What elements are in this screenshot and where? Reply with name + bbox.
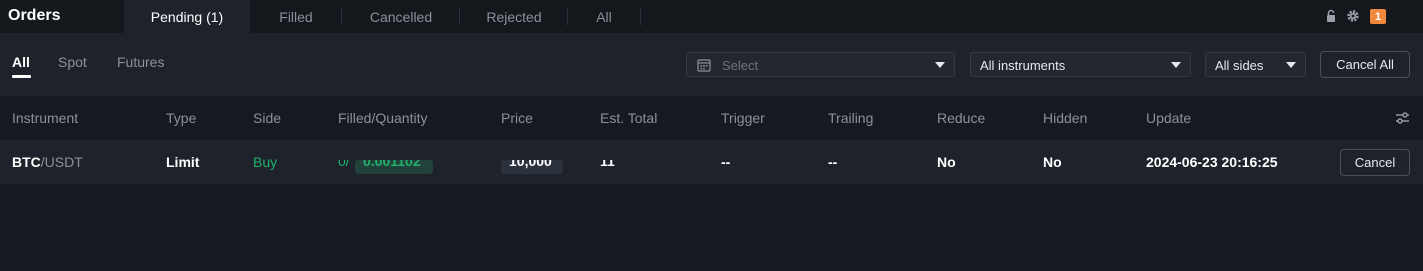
gear-icon[interactable]	[1346, 9, 1360, 23]
instrument-cell[interactable]: BTC/USDT	[12, 154, 83, 170]
tab-divider	[640, 8, 641, 25]
filled-prefix: 0/	[338, 160, 350, 169]
cancel-order-button[interactable]: Cancel	[1340, 149, 1410, 176]
column-header-trailing[interactable]: Trailing	[828, 110, 873, 126]
column-header-update[interactable]: Update	[1146, 110, 1191, 126]
lock-icon[interactable]	[1324, 9, 1338, 23]
subtab-futures[interactable]: Futures	[117, 54, 164, 70]
column-header-hidden[interactable]: Hidden	[1043, 110, 1087, 126]
subtab-active-indicator	[12, 75, 31, 78]
column-header-trigger[interactable]: Trigger	[721, 110, 765, 126]
quantity-input[interactable]: 0.001102	[355, 160, 433, 174]
tab-pending[interactable]: Pending (1)	[124, 0, 250, 33]
est-total-value: 11	[600, 160, 615, 169]
calendar-icon	[697, 58, 711, 75]
subtab-all[interactable]: All	[12, 54, 30, 70]
column-header-est-total[interactable]: Est. Total	[600, 110, 657, 126]
column-header-filled-quantity[interactable]: Filled/Quantity	[338, 110, 427, 126]
chevron-down-icon	[1286, 62, 1296, 68]
reduce-cell: No	[937, 154, 956, 170]
tab-filled-label: Filled	[279, 8, 313, 25]
tab-all-label: All	[596, 8, 612, 25]
tab-filled[interactable]: Filled	[250, 0, 342, 33]
column-header-type[interactable]: Type	[166, 110, 196, 126]
table-empty-area	[0, 184, 1423, 271]
notification-icon[interactable]: 1	[1370, 9, 1386, 24]
table-header: Instrument Type Side Filled/Quantity Pri…	[0, 96, 1423, 140]
date-select-placeholder: Select	[722, 58, 759, 73]
quantity-value: 0.001102	[363, 160, 421, 169]
date-select[interactable]: Select	[686, 52, 955, 77]
instrument-base: BTC	[12, 154, 41, 170]
instrument-select[interactable]: All instruments	[970, 52, 1191, 77]
tab-rejected-label: Rejected	[486, 8, 542, 25]
side-select-value: All sides	[1215, 58, 1264, 73]
trailing-cell: --	[828, 154, 838, 170]
instrument-quote: /USDT	[40, 154, 83, 170]
page-title: Orders	[8, 7, 61, 24]
chevron-down-icon	[1171, 62, 1181, 68]
price-value: 10,000	[509, 160, 552, 169]
filter-bar: All Spot Futures Select All instruments …	[0, 33, 1423, 96]
notification-count: 1	[1374, 10, 1382, 23]
trigger-cell: --	[721, 154, 731, 170]
tab-cancelled-label: Cancelled	[369, 8, 433, 25]
tab-all[interactable]: All	[568, 0, 640, 33]
column-header-side[interactable]: Side	[253, 110, 281, 126]
hidden-cell: No	[1043, 154, 1062, 170]
update-cell: 2024-06-23 20:16:25	[1146, 154, 1278, 170]
side-cell: Buy	[253, 154, 278, 170]
tab-pending-label: Pending (1)	[150, 8, 224, 25]
cancel-all-button[interactable]: Cancel All	[1320, 51, 1410, 78]
instrument-select-value: All instruments	[980, 58, 1066, 73]
subtab-spot[interactable]: Spot	[58, 54, 87, 70]
price-input[interactable]: 10,000	[501, 160, 563, 174]
tab-rejected[interactable]: Rejected	[460, 0, 568, 33]
column-header-reduce[interactable]: Reduce	[937, 110, 985, 126]
est-total-cell: 11	[600, 160, 660, 174]
side-select[interactable]: All sides	[1205, 52, 1306, 77]
column-header-price[interactable]: Price	[501, 110, 533, 126]
column-settings-icon[interactable]	[1395, 111, 1410, 130]
orders-header: Orders Pending (1) Filled Cancelled Reje…	[0, 0, 1423, 33]
type-cell: Limit	[166, 154, 200, 170]
column-header-instrument[interactable]: Instrument	[12, 110, 78, 126]
tab-cancelled[interactable]: Cancelled	[342, 0, 460, 33]
chevron-down-icon	[935, 62, 945, 68]
table-row: BTC/USDT Limit Buy 0/ 0.001102 10,000 11…	[0, 140, 1423, 184]
